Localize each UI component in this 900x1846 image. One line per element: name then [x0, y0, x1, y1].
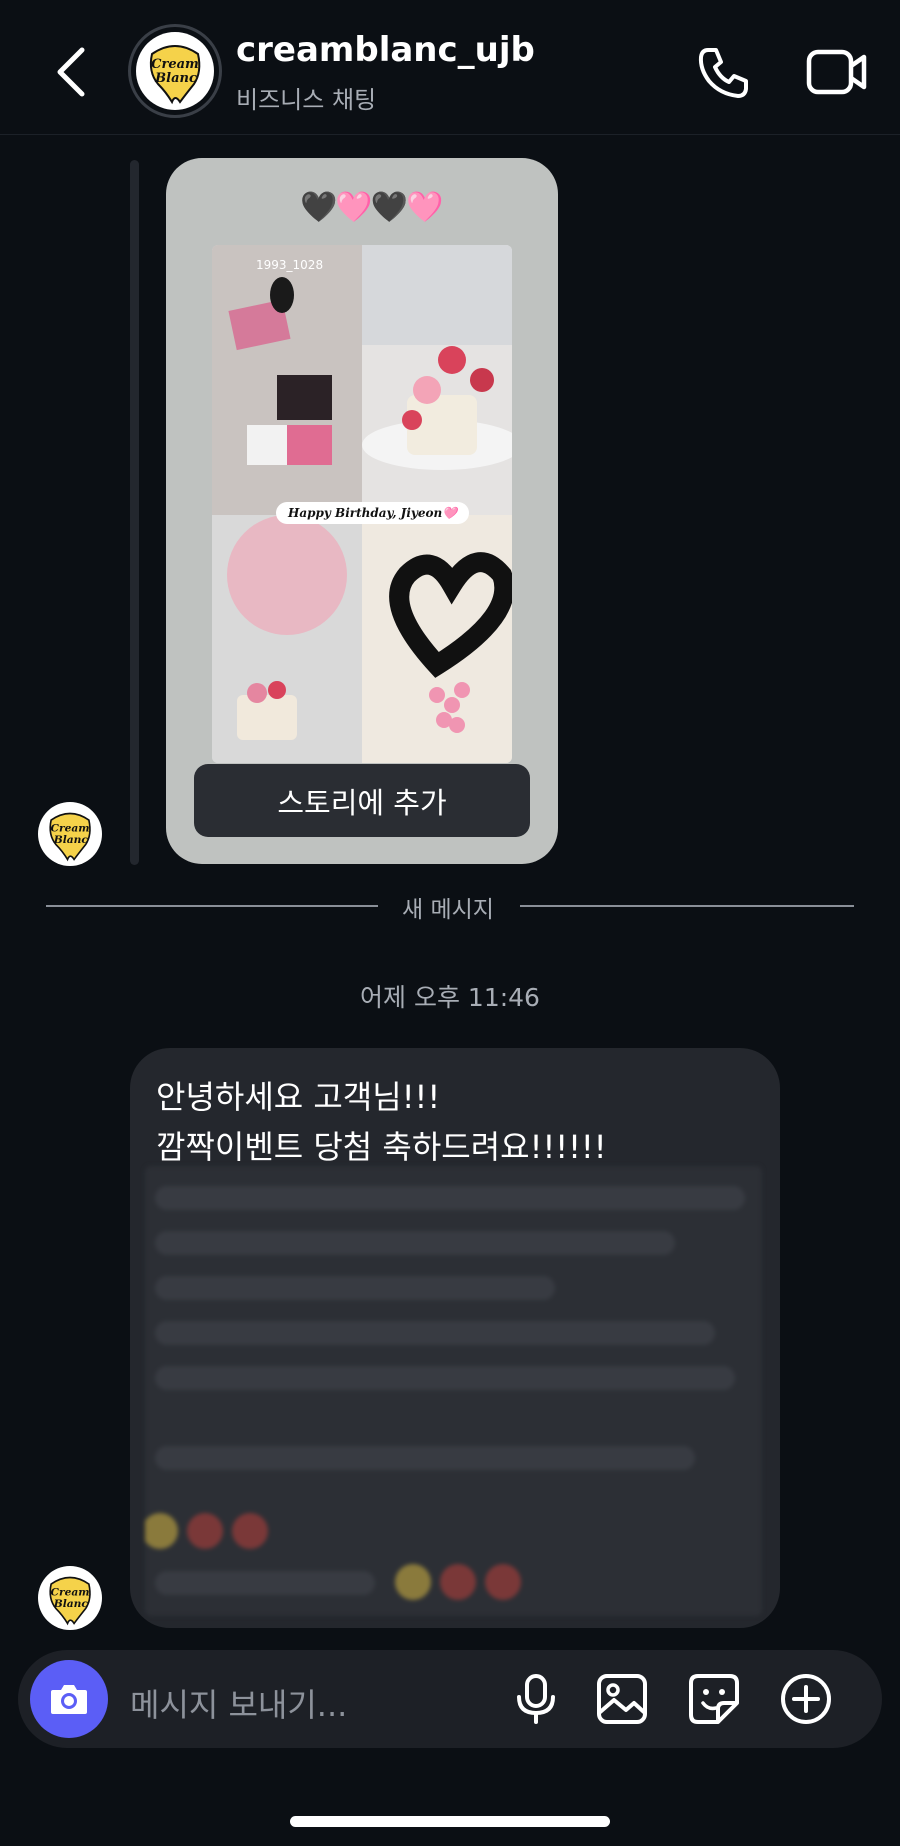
reply-thread-line [130, 160, 139, 865]
svg-text:Blanc: Blanc [53, 833, 89, 846]
blurred-message-content [142, 1166, 762, 1616]
message-timestamp: 어제 오후 11:46 [360, 983, 540, 1012]
new-messages-label: 새 메시지 [402, 897, 494, 923]
message-line-2: 깜짝이벤트 당첨 축하드려요!!!!!! [156, 1128, 607, 1166]
camera-icon [51, 1685, 87, 1714]
svg-text:Blanc: Blanc [154, 71, 197, 86]
camera-button[interactable] [30, 1660, 108, 1738]
story-hearts: 🖤🩷🖤🩷 [300, 190, 443, 225]
video-camera-icon[interactable] [806, 48, 868, 96]
new-messages-divider-right [520, 905, 854, 907]
microphone-icon[interactable] [510, 1673, 562, 1725]
home-indicator[interactable] [290, 1816, 610, 1827]
phone-icon[interactable] [696, 44, 752, 100]
svg-text:Blanc: Blanc [53, 1597, 89, 1610]
sticker-icon[interactable] [688, 1673, 740, 1725]
chat-subtitle: 비즈니스 채팅 [236, 86, 377, 114]
sender-avatar[interactable]: Cream Blanc [38, 1566, 102, 1630]
cream-blanc-logo: Cream Blanc [136, 32, 214, 110]
chevron-left-icon[interactable] [52, 44, 92, 100]
avatar[interactable]: Cream Blanc [128, 24, 222, 118]
sender-avatar[interactable]: Cream Blanc [38, 802, 102, 866]
story-birthday-caption: Happy Birthday, Jiyeon🩷 [276, 502, 470, 524]
svg-text:Cream: Cream [151, 57, 199, 72]
plus-circle-icon[interactable] [780, 1673, 832, 1725]
image-icon[interactable] [596, 1673, 648, 1725]
message-line-1: 안녕하세요 고객님!!! [156, 1078, 441, 1116]
message-input[interactable]: 메시지 보내기... [130, 1680, 347, 1726]
story-username: 1993_1028 [256, 258, 324, 272]
new-messages-divider-left [46, 905, 378, 907]
add-to-story-button[interactable]: 스토리에 추가 [194, 764, 530, 837]
chat-username[interactable]: creamblanc_ujb [236, 30, 535, 70]
